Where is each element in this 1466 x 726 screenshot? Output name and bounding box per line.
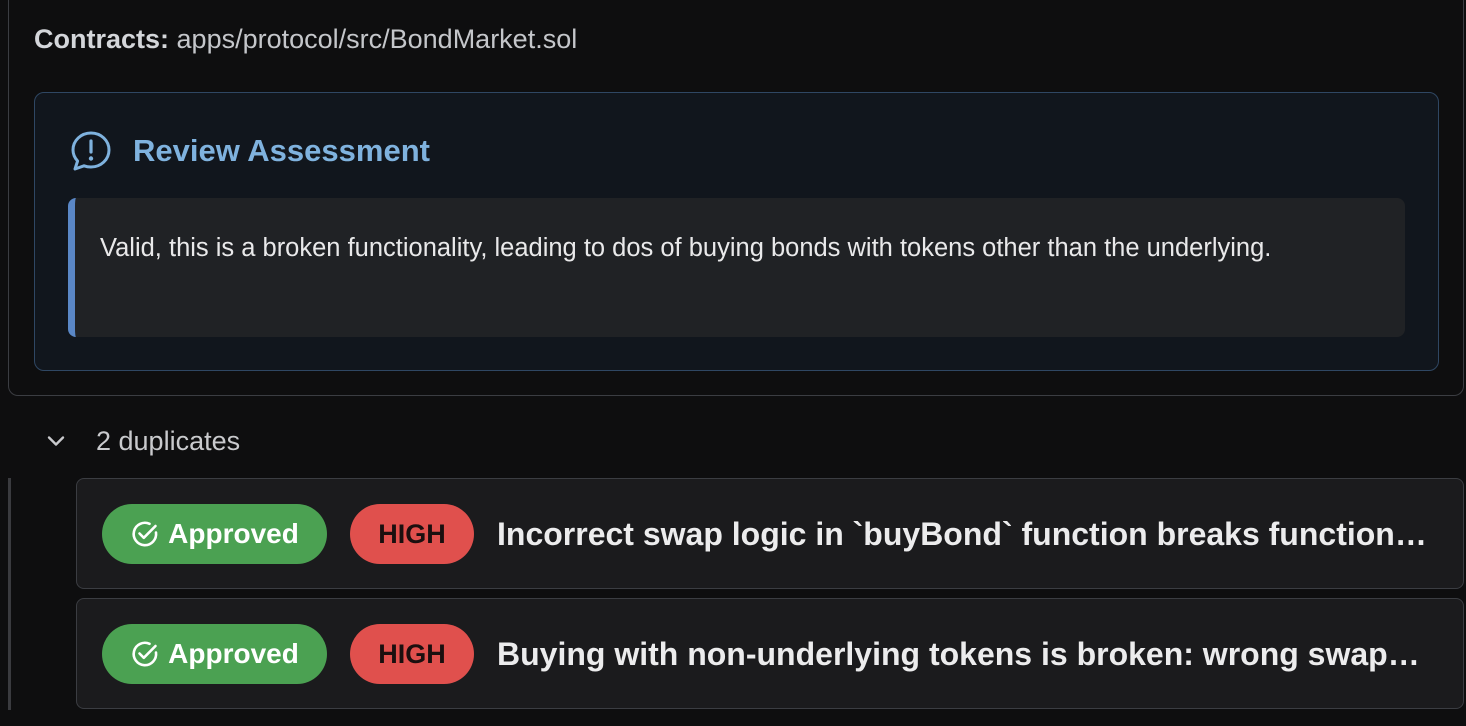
duplicates-toggle[interactable]: 2 duplicates bbox=[44, 420, 240, 462]
duplicate-title[interactable]: Incorrect swap logic in `buyBond` functi… bbox=[497, 504, 1427, 564]
duplicate-row[interactable]: Approved HIGH Incorrect swap logic in `b… bbox=[76, 478, 1464, 589]
contracts-path[interactable]: apps/protocol/src/BondMarket.sol bbox=[177, 24, 578, 54]
review-assessment-text: Valid, this is a broken functionality, l… bbox=[68, 198, 1405, 337]
review-assessment-header: Review Assessment bbox=[69, 129, 430, 173]
chevron-down-icon[interactable] bbox=[44, 429, 68, 453]
approved-badge: Approved bbox=[102, 624, 327, 684]
severity-label: HIGH bbox=[378, 638, 446, 669]
severity-badge: HIGH bbox=[350, 504, 474, 564]
check-circle-icon bbox=[132, 521, 158, 547]
contracts-label: Contracts: bbox=[34, 24, 170, 54]
message-alert-icon bbox=[71, 131, 111, 171]
contracts-line: Contracts: apps/protocol/src/BondMarket.… bbox=[34, 24, 577, 55]
approved-badge: Approved bbox=[102, 504, 327, 564]
duplicate-row[interactable]: Approved HIGH Buying with non-underlying… bbox=[76, 598, 1464, 709]
duplicates-rail bbox=[8, 478, 11, 710]
approved-label: Approved bbox=[168, 638, 299, 669]
check-circle-icon bbox=[132, 641, 158, 667]
review-assessment-panel: Review Assessment Valid, this is a broke… bbox=[34, 92, 1439, 371]
severity-label: HIGH bbox=[378, 518, 446, 549]
severity-badge: HIGH bbox=[350, 624, 474, 684]
review-assessment-title: Review Assessment bbox=[133, 133, 430, 168]
duplicate-title[interactable]: Buying with non-underlying tokens is bro… bbox=[497, 624, 1427, 684]
approved-label: Approved bbox=[168, 518, 299, 549]
duplicates-count: 2 duplicates bbox=[96, 425, 241, 456]
